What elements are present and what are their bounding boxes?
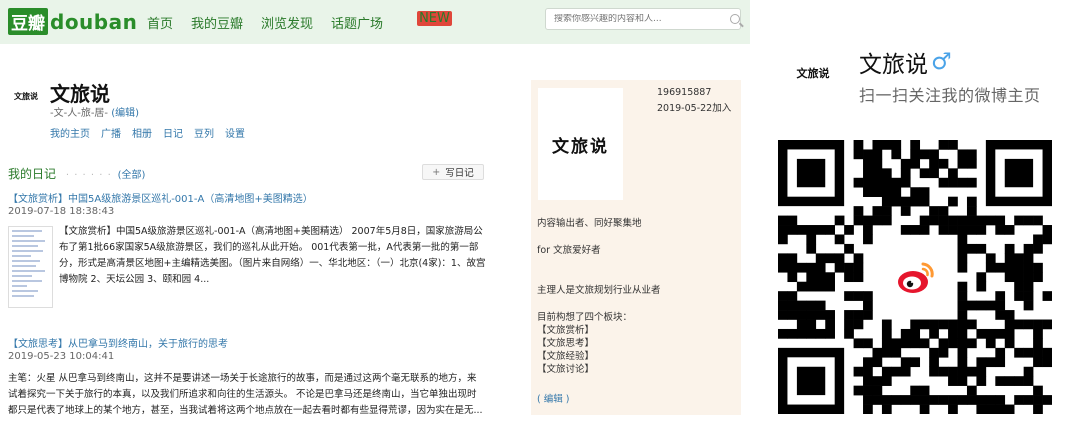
sidebar-avatar[interactable]: 文旅说 [538,88,623,200]
douban-logo[interactable]: 豆瓣 douban [8,8,138,35]
weibo-account-name: 文旅说 [859,52,928,78]
profile-tagline-row: -文-人-旅-居- (编辑) [50,104,139,119]
male-icon: ♂ [931,49,952,75]
sidebar-bio-line: 目前构想了四个板块： [537,312,633,323]
weibo-account-name-row: 文旅说 ♂ [859,45,952,79]
sidebar-bio-line: 【文旅赏析】 [537,325,595,336]
sidebar-bio-line: 主理人是文旅规划行业从业者 [537,285,661,296]
nav-topics-label: 话题广场 [331,17,384,32]
douban-panel: 豆瓣 douban 首页 我的豆瓣 浏览发现 话题广场 NEW 文旅说 文旅说 -… [0,0,750,427]
sidebar-joined-date: 2019-05-22加入 [657,103,732,114]
write-diary-label: 写日记 [445,168,474,179]
sidebar-bio-line: 【文旅经验】 [537,351,595,362]
profile-name: 文旅说 [50,82,110,106]
search-icon[interactable] [730,14,740,24]
top-nav-bar: 豆瓣 douban 首页 我的豆瓣 浏览发现 话题广场 NEW [0,0,750,44]
tab-diary[interactable]: 日记 [163,125,183,140]
search-box [545,8,741,30]
sidebar-edit-link[interactable]: ( 编辑 ) [537,391,569,405]
profile-tagline: -文-人-旅-居- [50,108,109,119]
weibo-logo-icon [891,253,941,303]
weibo-account-logo: 文旅说 [796,67,830,80]
search-input[interactable] [554,14,724,24]
diary-dots: · · · · · · [65,170,112,181]
diary-entry-excerpt-2: 主笔：火星 从巴拿马到终南山，这并不是要讲述一场关于长途旅行的故事，而是通过这两… [8,373,483,416]
tab-doulist[interactable]: 豆列 [194,125,214,140]
nav-my-douban[interactable]: 我的豆瓣 [191,13,243,32]
tab-my-home[interactable]: 我的主页 [50,125,90,140]
nav-topics[interactable]: 话题广场 NEW [331,11,454,32]
nav-explore[interactable]: 浏览发现 [261,13,313,32]
profile-sidebar: 文旅说 196915887 2019-05-22加入 内容输出者、同好聚集地 f… [531,80,741,415]
profile-edit-link[interactable]: (编辑) [111,108,139,119]
sidebar-bio-line: 内容输出者、同好聚集地 [537,218,642,229]
weibo-panel: 文旅说 文旅说 ♂ 扫一扫关注我的微博主页 [750,0,1080,427]
tab-settings[interactable]: 设置 [225,125,245,140]
diary-entry-title-2[interactable]: 【文旅思考】从巴拿马到终南山，关于旅行的思考 [8,335,488,350]
sidebar-user-id: 196915887 [657,87,712,98]
diary-heading-row: 我的日记 · · · · · · (全部) [8,165,145,182]
plus-icon: + [432,166,441,178]
diary-heading: 我的日记 [8,167,57,181]
write-diary-button[interactable]: + 写日记 [422,164,484,180]
weibo-subtitle: 扫一扫关注我的微博主页 [859,86,1041,105]
diary-entry-date-1: 2019-07-18 18:38:43 [8,206,115,217]
diary-all-link[interactable]: (全部) [118,170,146,181]
tab-album[interactable]: 相册 [132,125,152,140]
sidebar-bio-line: 【文旅思考】 [537,338,595,349]
tab-broadcast[interactable]: 广播 [101,125,121,140]
diary-entry-title-1[interactable]: 【文旅赏析】中国5A级旅游景区巡礼-001-A（高清地图+美图精选） [8,190,488,205]
profile-tabs: 我的主页 广播 相册 日记 豆列 设置 [50,125,256,140]
sidebar-bio-line: 【文旅讨论】 [537,364,595,375]
profile-avatar[interactable]: 文旅说 [10,82,42,110]
qr-code[interactable] [778,140,1053,415]
diary-entry-thumbnail[interactable] [8,226,53,308]
new-badge: NEW [417,11,452,26]
douban-logo-cn: 豆瓣 [8,8,48,35]
nav-links: 首页 我的豆瓣 浏览发现 话题广场 NEW [147,11,472,32]
nav-home[interactable]: 首页 [147,13,173,32]
diary-entry-date-2: 2019-05-23 10:04:41 [8,351,115,362]
sidebar-bio-line: for 文旅爱好者 [537,245,601,256]
diary-entry-excerpt-1: 【文旅赏析】中国5A级旅游景区巡礼-001-A（高清地图+美图精选） 2007年… [59,226,486,285]
douban-logo-en: douban [50,10,138,34]
